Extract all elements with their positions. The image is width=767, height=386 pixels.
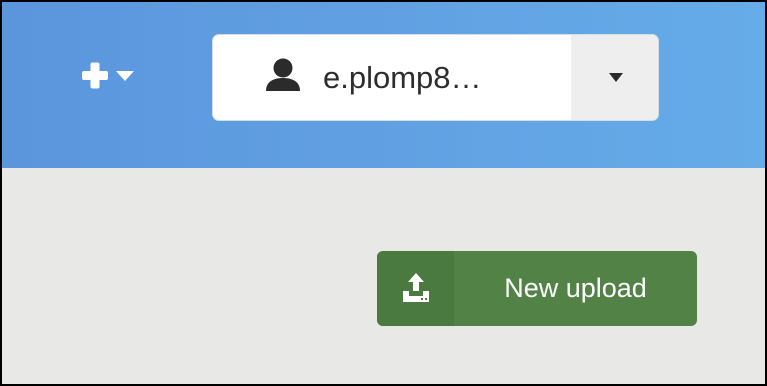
user-account-menu: e.plomp8… [212,34,659,121]
upload-icon [403,273,429,302]
add-new-menu-button[interactable] [76,58,146,98]
user-menu-dropdown-toggle[interactable] [571,35,658,120]
username-label: e.plomp8… [323,60,482,95]
screenshot-frame: e.plomp8… New upload [0,0,767,386]
plus-icon [82,62,108,89]
caret-down-icon [609,73,623,82]
user-account-button[interactable]: e.plomp8… [213,35,571,120]
upload-icon-cell [377,251,454,326]
new-upload-label: New upload [504,273,647,303]
caret-down-icon [116,71,134,81]
top-navigation-bar: e.plomp8… [2,2,765,168]
new-upload-button[interactable]: New upload [377,251,697,326]
user-icon [266,58,300,91]
